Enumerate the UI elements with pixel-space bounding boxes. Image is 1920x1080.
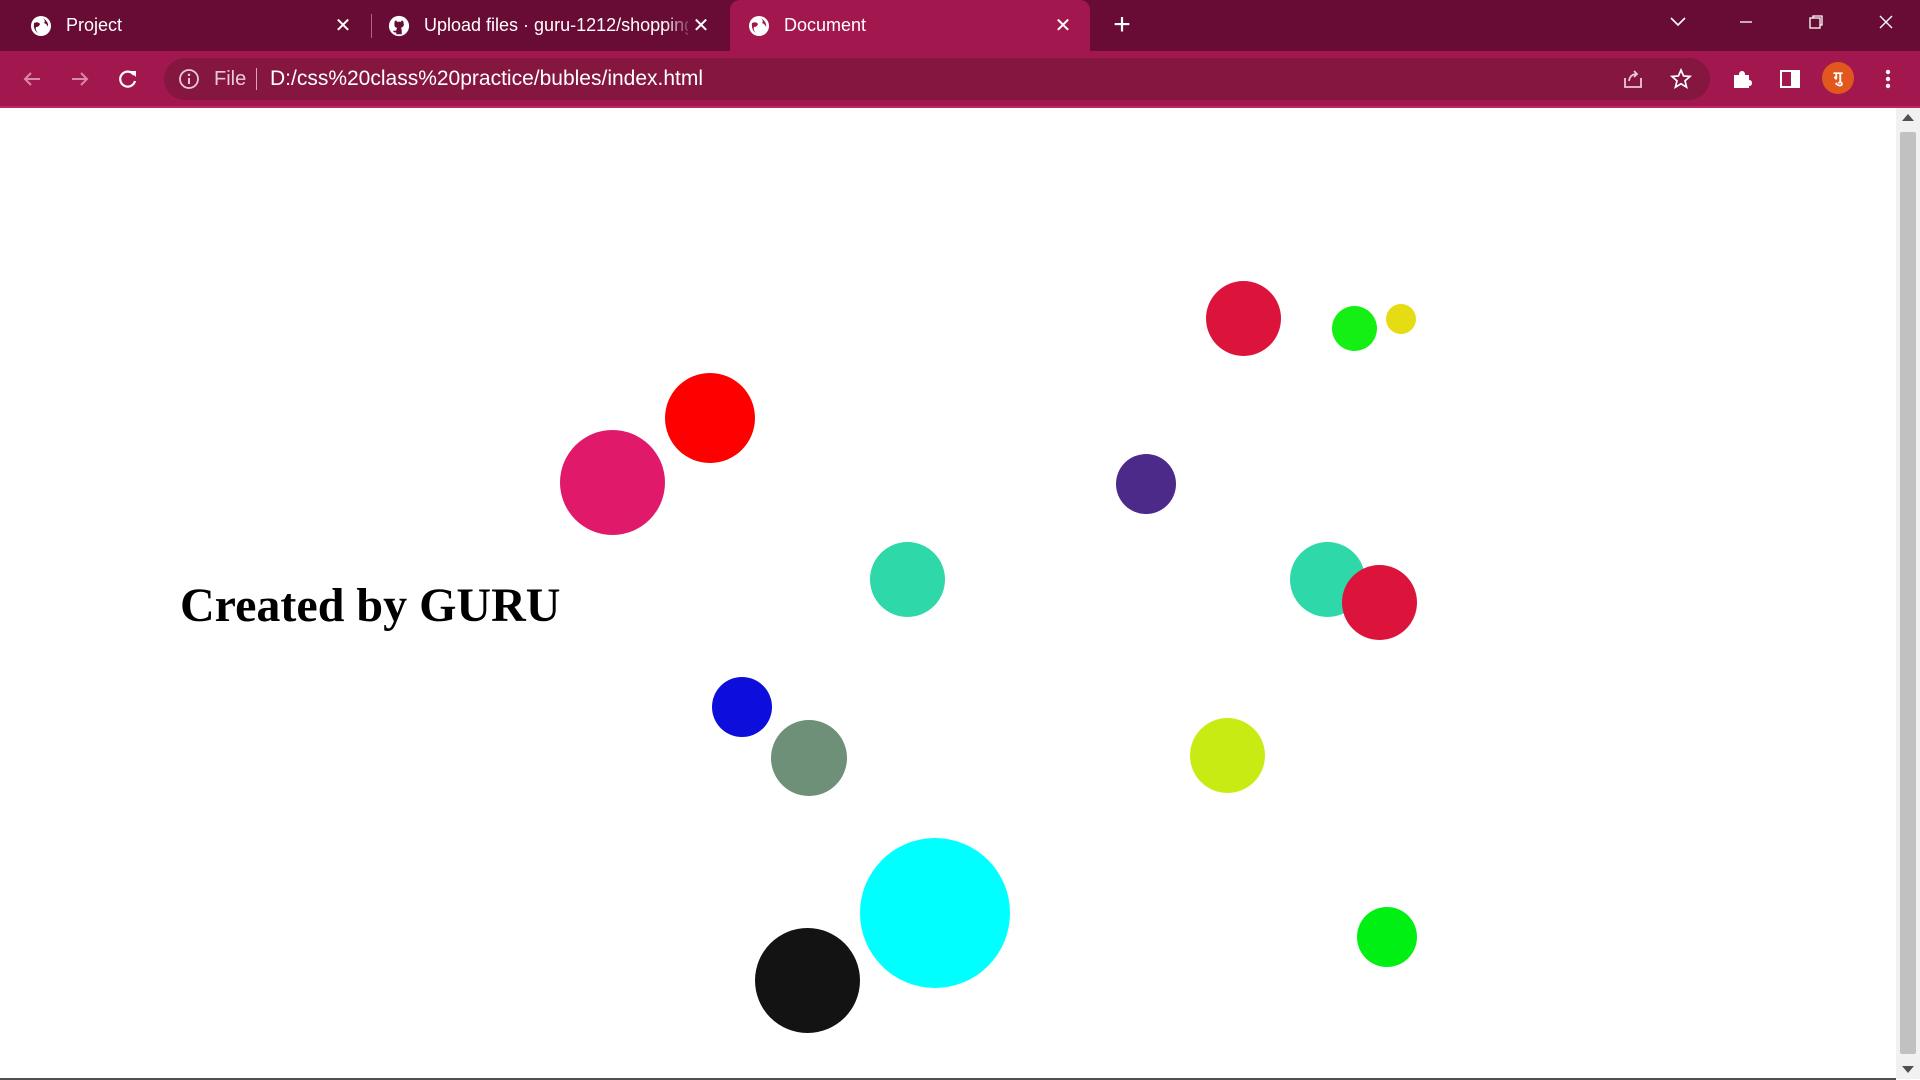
bubble [665,373,755,463]
tab-strip: Project ✕ Upload files · guru-1212/shopp… [0,0,1920,51]
address-bar[interactable]: File D:/css%20class%20practice/bubles/in… [164,58,1710,100]
more-menu-icon[interactable] [1870,61,1906,97]
tab-document[interactable]: Document ✕ [730,0,1090,51]
new-tab-button[interactable]: + [1106,10,1138,42]
close-icon[interactable]: ✕ [330,13,356,39]
bubble [560,430,665,535]
restore-icon[interactable] [1782,0,1850,44]
bubble [1332,306,1377,351]
bubble [1190,718,1265,793]
browser-toolbar: File D:/css%20class%20practice/bubles/in… [0,51,1920,106]
forward-arrow-icon[interactable] [62,61,98,97]
bubble [1206,281,1281,356]
page-heading: Created by GURU [180,579,561,632]
info-icon[interactable] [178,68,200,90]
minimize-icon[interactable] [1712,0,1780,44]
bubble [1116,454,1176,514]
close-icon[interactable]: ✕ [1050,13,1076,39]
bubble [755,928,860,1033]
scrollbar-thumb[interactable] [1900,132,1916,1054]
share-icon[interactable] [1620,66,1646,92]
bubble [771,720,847,796]
globe-icon [748,15,770,37]
side-panel-icon[interactable] [1772,61,1808,97]
globe-icon [30,15,52,37]
tab-project[interactable]: Project ✕ [0,0,370,51]
page-viewport: Created by GURU [0,108,1896,1079]
tab-title: Project [66,15,123,35]
reload-icon[interactable] [110,61,146,97]
bubble [860,838,1010,988]
tab-upload-files[interactable]: Upload files · guru-1212/shopping ✕ [372,0,728,51]
profile-avatar[interactable]: गु [1822,62,1854,94]
back-arrow-icon[interactable] [14,61,50,97]
scheme-divider [256,68,257,90]
bubble [712,677,772,737]
close-window-icon[interactable] [1852,0,1920,44]
tab-title: Upload files · guru-1212/shopping [424,15,688,35]
url-text[interactable]: D:/css%20class%20practice/bubles/index.h… [270,67,703,91]
extensions-puzzle-icon[interactable] [1724,61,1760,97]
github-icon [388,15,410,37]
bubble [1342,565,1417,640]
bookmark-star-icon[interactable] [1668,66,1694,92]
bubble [1386,304,1416,334]
bubble [1357,907,1417,967]
tab-title: Document [784,15,867,35]
scroll-up-arrow-icon[interactable] [1902,114,1914,121]
scroll-down-arrow-icon[interactable] [1902,1066,1914,1073]
title-fade [664,0,694,51]
bubble [870,542,945,617]
scheme-label: File [214,68,247,90]
tab-search-chevron-icon[interactable] [1644,0,1712,44]
vertical-scrollbar[interactable] [1896,108,1920,1079]
